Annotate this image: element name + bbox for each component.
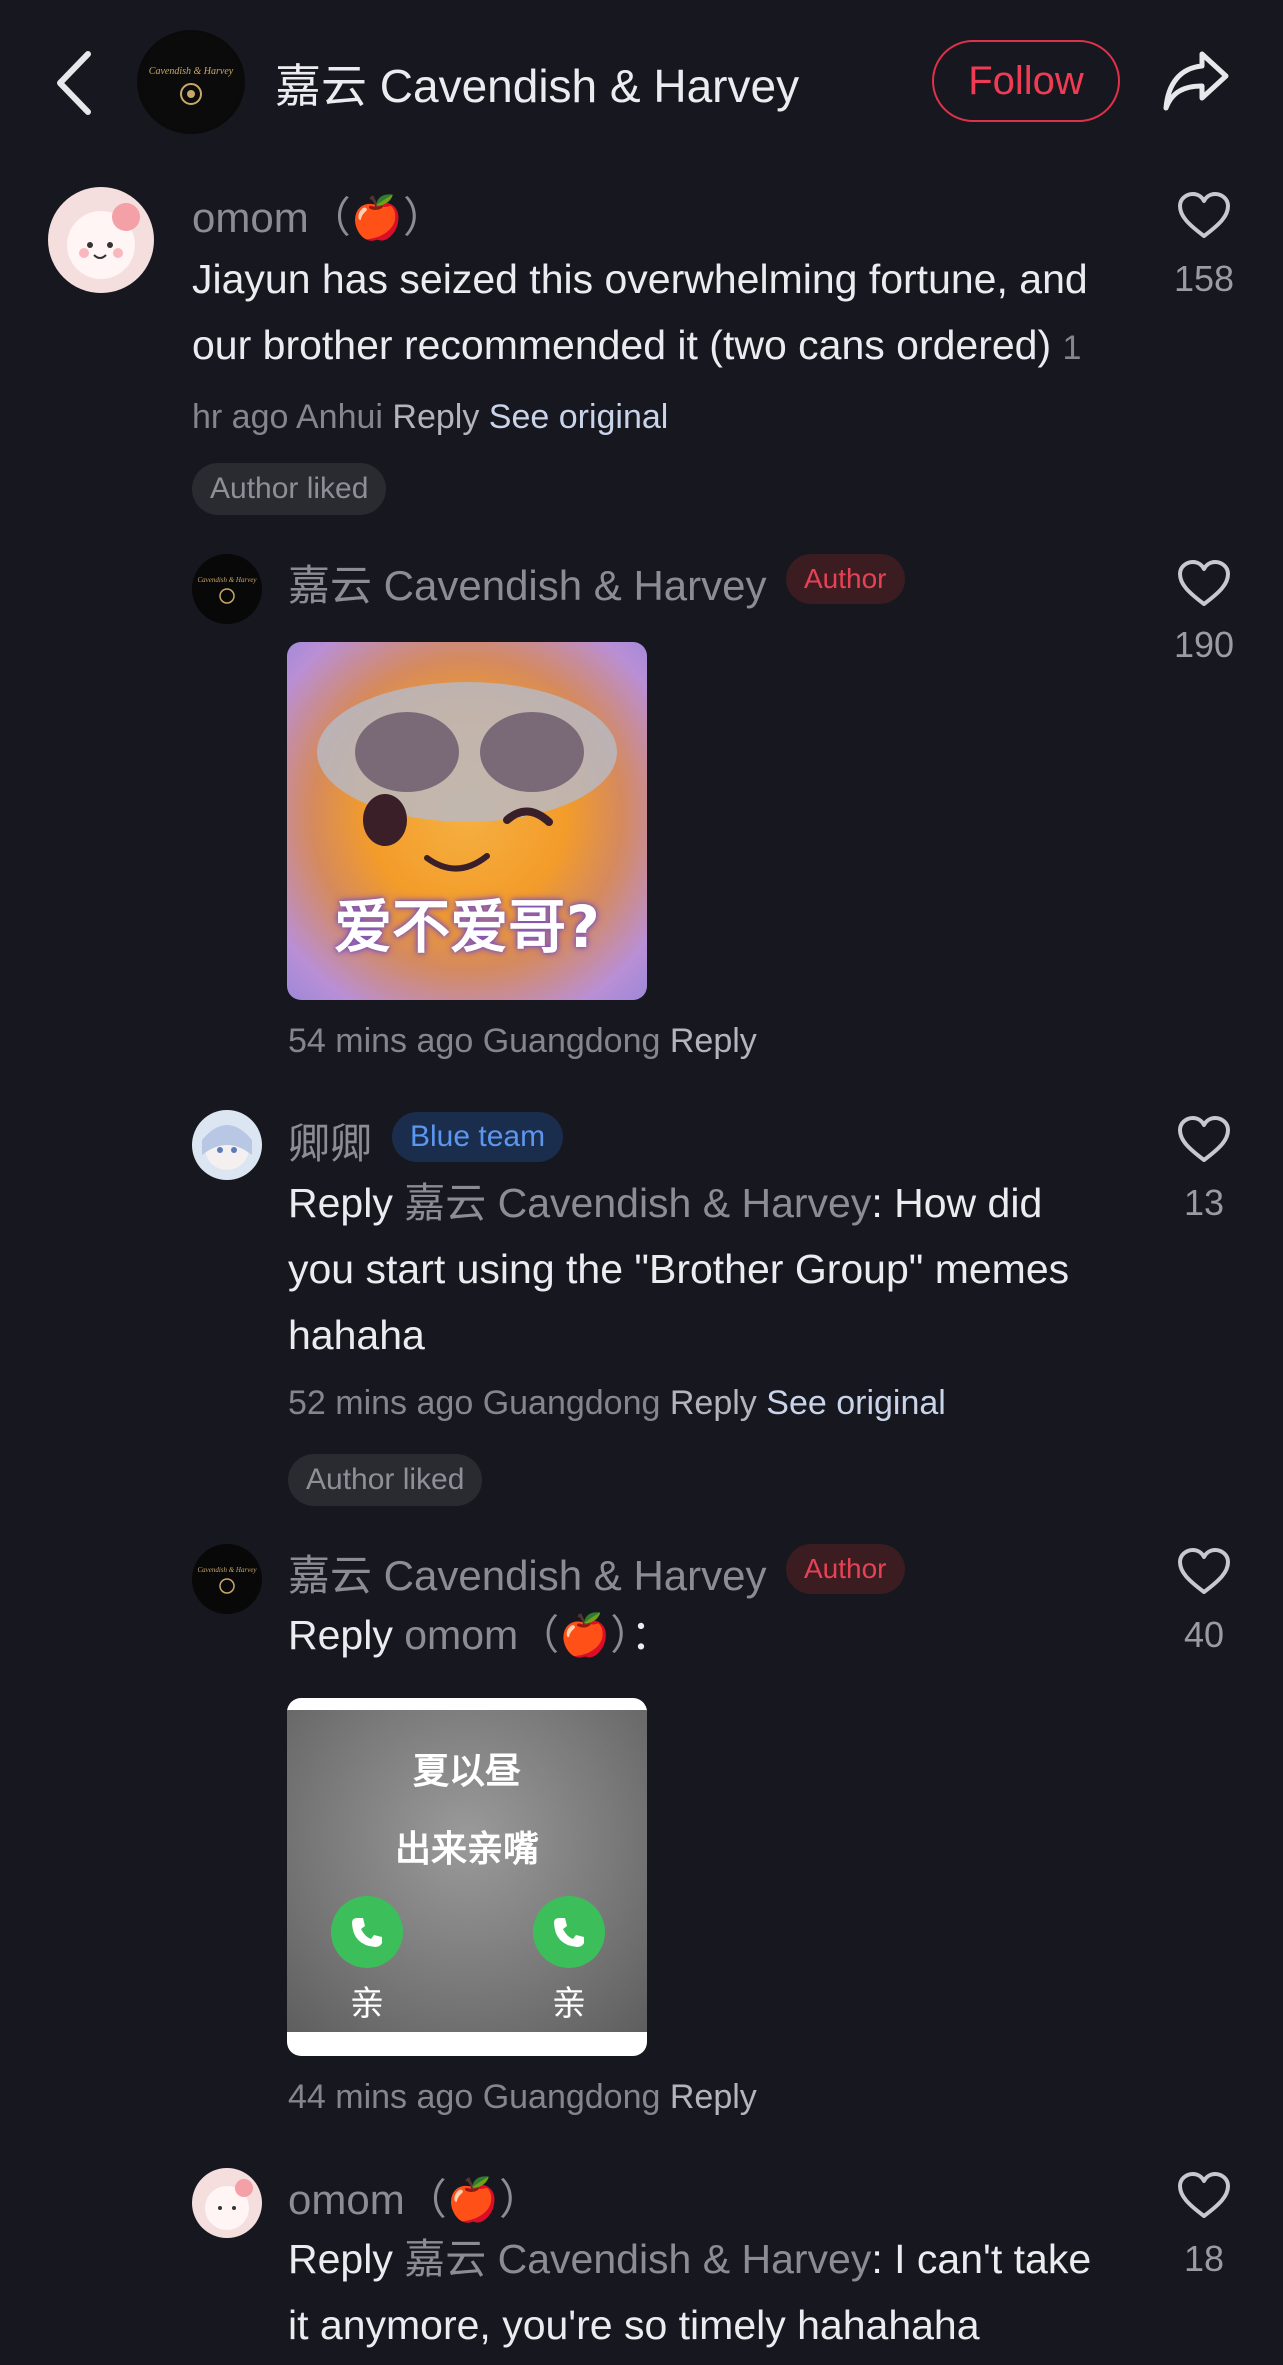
commenter-name[interactable]: omom（🍎） <box>192 184 445 245</box>
user-avatar[interactable] <box>192 1110 262 1180</box>
commenter-name[interactable]: 嘉云 Cavendish & Harvey <box>288 552 767 613</box>
cartoon-avatar-icon <box>205 2179 253 2230</box>
user-avatar[interactable] <box>192 2168 262 2238</box>
comment-meta: 52 mins ago Guangdong Reply See original <box>288 1384 946 1423</box>
author-badge: Author <box>786 1544 905 1594</box>
comment-time: 44 mins ago <box>288 2078 474 2116</box>
share-icon[interactable] <box>1162 48 1230 112</box>
author-badge: Author <box>786 554 905 604</box>
like-count: 13 <box>1183 1182 1225 1223</box>
comment-body: ： <box>630 1612 672 1658</box>
follow-button[interactable]: Follow <box>932 40 1120 122</box>
comment-location: Guangdong <box>482 2078 661 2116</box>
comment-text: Reply 嘉云 Cavendish & Harvey: How did you… <box>288 1170 1118 1368</box>
comment-time: 54 mins ago <box>288 1022 474 1060</box>
like-count: 158 <box>1173 258 1235 299</box>
comment-body: Jiayun has seized this overwhelming fort… <box>192 256 1088 368</box>
user-avatar[interactable] <box>48 187 154 293</box>
author-avatar[interactable]: Cavendish & Harvey <box>137 30 245 134</box>
like-heart-icon[interactable] <box>1176 1546 1232 1596</box>
sticker-text-line2: 出来亲嘴 <box>394 1829 539 1870</box>
commenter-name[interactable]: 嘉云 Cavendish & Harvey <box>288 1542 767 1603</box>
sticker-image[interactable]: 夏以昼 出来亲嘴 亲 亲 <box>287 1698 647 2056</box>
reply-button[interactable]: Reply <box>392 398 479 436</box>
sticker-background: 夏以昼 出来亲嘴 亲 亲 <box>287 1710 647 2032</box>
reply-prefix: Reply <box>288 2236 393 2282</box>
like-heart-icon[interactable] <box>1176 2170 1232 2220</box>
comment-text: Reply 嘉云 Cavendish & Harvey: I can't tak… <box>288 2226 1118 2358</box>
sticker-text-line1: 夏以昼 <box>412 1751 521 1792</box>
like-heart-icon[interactable] <box>1176 190 1232 240</box>
like-count: 18 <box>1183 2238 1225 2279</box>
author-avatar[interactable]: Cavendish & Harvey <box>192 1544 262 1614</box>
comment-meta: 44 mins ago Guangdong Reply <box>288 2078 757 2117</box>
reply-button[interactable]: Reply <box>670 1384 757 1422</box>
like-count: 40 <box>1183 1614 1225 1655</box>
sticker-button-label: 亲 <box>552 1984 586 2024</box>
like-heart-icon[interactable] <box>1176 558 1232 608</box>
svg-text:Cavendish & Harvey: Cavendish & Harvey <box>197 576 257 584</box>
author-liked-badge: Author liked <box>288 1454 483 1506</box>
comment-text: Jiayun has seized this overwhelming fort… <box>192 246 1112 450</box>
commenter-name[interactable]: omom（🍎） <box>288 2166 541 2227</box>
reply-prefix: Reply <box>288 1180 393 1226</box>
reply-to-name[interactable]: 嘉云 Cavendish & Harvey <box>404 1180 871 1226</box>
reply-prefix: Reply <box>288 1612 393 1658</box>
see-original-link[interactable]: See original <box>489 398 669 436</box>
header-title: 嘉云 Cavendish & Harvey <box>275 60 800 112</box>
sticker-button-label: 亲 <box>350 1984 384 2024</box>
phone-call-icon <box>331 1896 403 1968</box>
see-original-link[interactable]: See original <box>766 1384 946 1422</box>
svg-text:Cavendish & Harvey: Cavendish & Harvey <box>197 1566 257 1574</box>
phone-call-icon <box>533 1896 605 1968</box>
reply-to-name[interactable]: 嘉云 Cavendish & Harvey <box>404 2236 871 2282</box>
brand-logo-icon: Cavendish & Harvey <box>197 1566 257 1594</box>
like-count: 190 <box>1173 624 1235 665</box>
comment-location: Anhui <box>295 398 383 436</box>
commenter-name[interactable]: 卿卿 <box>288 1110 372 1171</box>
team-badge: Blue team <box>392 1112 564 1162</box>
cartoon-avatar-icon <box>67 203 140 279</box>
reply-button[interactable]: Reply <box>670 1022 757 1060</box>
comment-location: Guangdong <box>482 1022 661 1060</box>
author-liked-badge: Author liked <box>192 463 387 515</box>
comment-location: Guangdong <box>482 1384 661 1422</box>
comment-text: Reply omom（🍎）： <box>288 1602 1118 1668</box>
comment-meta: 54 mins ago Guangdong Reply <box>288 1022 757 1061</box>
sticker-image[interactable]: 爱不爱哥? <box>287 642 647 1000</box>
author-avatar[interactable]: Cavendish & Harvey <box>192 554 262 624</box>
like-heart-icon[interactable] <box>1176 1114 1232 1164</box>
sticker-caption: 爱不爱哥? <box>334 893 600 961</box>
anime-girl-avatar-icon <box>202 1125 252 1170</box>
comment-time: 52 mins ago <box>288 1384 474 1422</box>
svg-text:Cavendish & Harvey: Cavendish & Harvey <box>149 66 234 77</box>
back-arrow-icon[interactable] <box>50 48 100 118</box>
brand-logo-icon: Cavendish & Harvey <box>141 32 241 132</box>
reply-to-name[interactable]: omom（🍎） <box>404 1612 630 1658</box>
brand-logo-icon: Cavendish & Harvey <box>197 576 257 604</box>
reply-button[interactable]: Reply <box>670 2078 757 2116</box>
